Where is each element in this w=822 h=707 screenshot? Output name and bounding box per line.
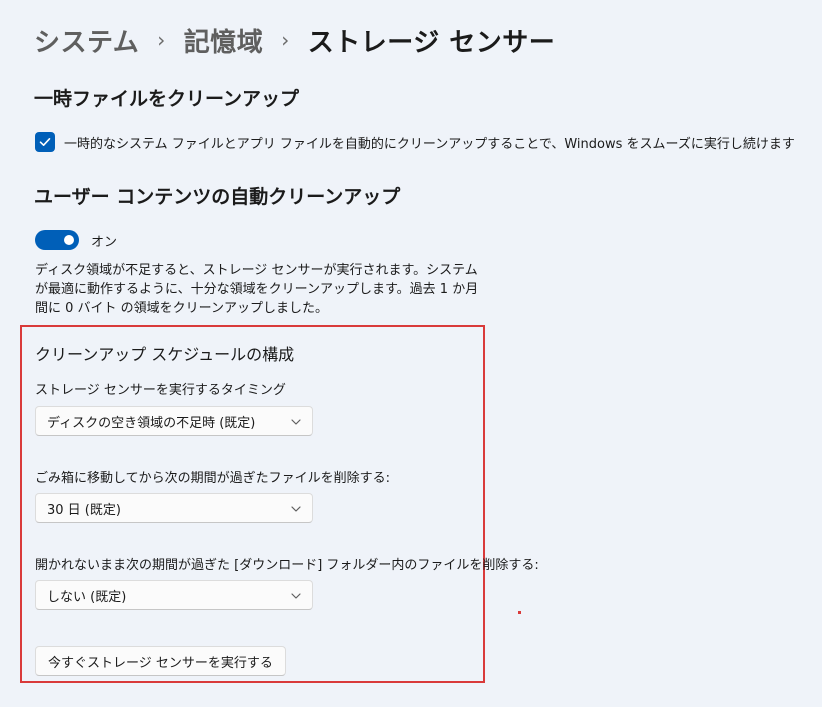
chevron-down-icon <box>291 506 301 512</box>
schedule-title: クリーンアップ スケジュールの構成 <box>35 345 295 364</box>
user-content-description: ディスク領域が不足すると、ストレージ センサーが実行されます。システムが最適に動… <box>35 263 479 316</box>
page-title: ストレージ センサー <box>307 27 556 58</box>
breadcrumb-item-system[interactable]: システム <box>34 22 139 59</box>
breadcrumb: システム › 記憶域 › ストレージ センサー <box>34 20 555 60</box>
user-content-heading: ユーザー コンテンツの自動クリーンアップ <box>34 186 401 208</box>
annotation-dot <box>518 611 521 614</box>
run-timing-dropdown[interactable]: ディスクの空き領域の不足時 (既定) <box>35 406 313 436</box>
chevron-down-icon <box>291 419 301 425</box>
run-timing-value: ディスクの空き領域の不足時 (既定) <box>47 415 256 431</box>
breadcrumb-chevron-icon: › <box>281 28 290 52</box>
toggle-state-label: オン <box>91 234 118 250</box>
temp-files-heading: 一時ファイルをクリーンアップ <box>34 88 300 110</box>
recycle-bin-dropdown[interactable]: 30 日 (既定) <box>35 493 313 523</box>
temp-files-checkbox-row[interactable]: 一時的なシステム ファイルとアプリ ファイルを自動的にクリーンアップすることで、… <box>35 132 795 152</box>
run-timing-label: ストレージ センサーを実行するタイミング <box>35 383 286 398</box>
temp-files-checkbox-label: 一時的なシステム ファイルとアプリ ファイルを自動的にクリーンアップすることで、… <box>64 136 795 152</box>
run-storage-sense-now-button[interactable]: 今すぐストレージ センサーを実行する <box>35 646 286 676</box>
chevron-down-icon <box>291 593 301 599</box>
downloads-dropdown[interactable]: しない (既定) <box>35 580 313 610</box>
downloads-value: しない (既定) <box>47 589 127 605</box>
downloads-label: 開かれないまま次の期間が過ぎた [ダウンロード] フォルダー内のファイルを削除す… <box>35 558 539 573</box>
toggle-knob <box>64 235 74 245</box>
temp-files-checkbox[interactable] <box>35 132 55 152</box>
recycle-bin-value: 30 日 (既定) <box>47 502 121 518</box>
checkmark-icon <box>39 138 51 146</box>
breadcrumb-item-storage[interactable]: 記憶域 <box>184 22 264 59</box>
recycle-bin-label: ごみ箱に移動してから次の期間が過ぎたファイルを削除する: <box>35 471 390 486</box>
user-content-toggle-row[interactable]: オン <box>35 230 117 250</box>
user-content-toggle[interactable] <box>35 230 79 250</box>
breadcrumb-chevron-icon: › <box>157 28 166 52</box>
